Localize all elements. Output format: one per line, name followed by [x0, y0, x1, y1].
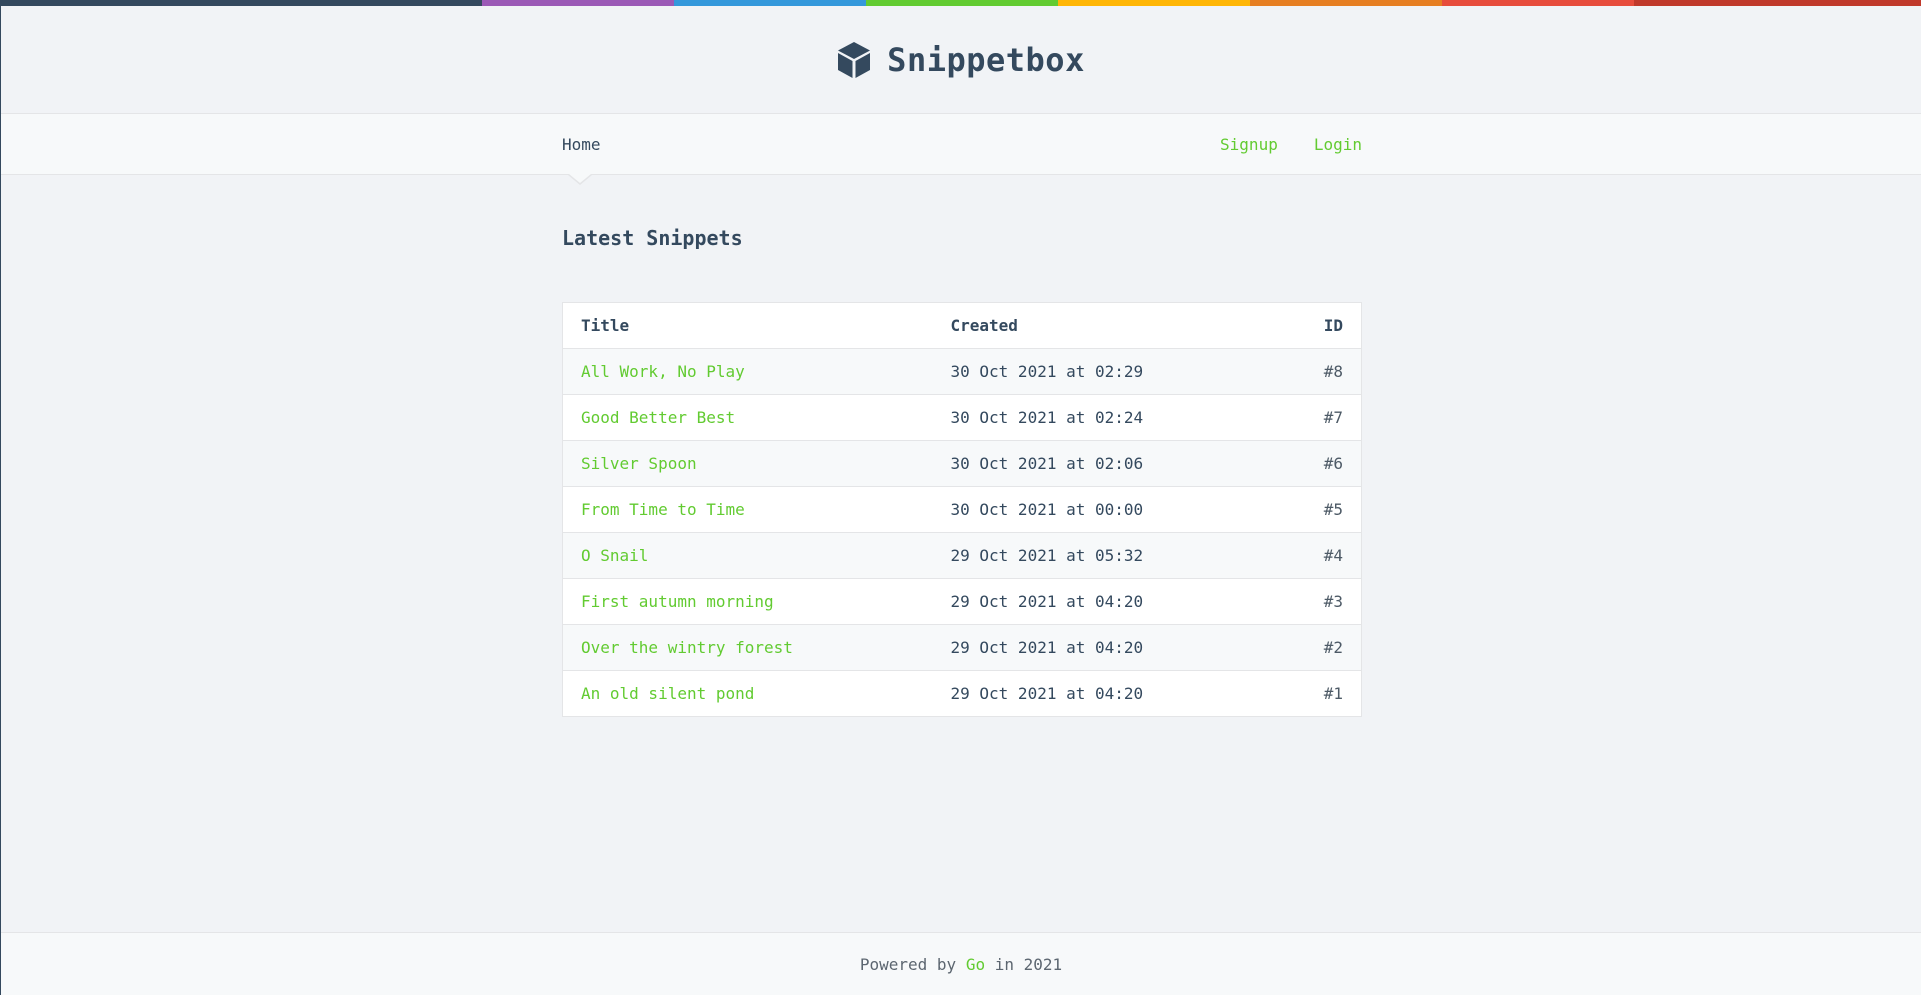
footer-go-link[interactable]: Go [966, 955, 985, 974]
snippet-created: 29 Oct 2021 at 04:20 [932, 578, 1278, 625]
snippets-table: Title Created ID All Work, No Play 30 Oct… [562, 302, 1362, 717]
table-row: Good Better Best 30 Oct 2021 at 02:24 #7 [562, 394, 1362, 441]
snippet-title-link[interactable]: Good Better Best [581, 408, 735, 427]
snippet-title-cell: An old silent pond [562, 670, 933, 717]
snippet-title-link[interactable]: Silver Spoon [581, 454, 697, 473]
snippet-title-cell: All Work, No Play [562, 348, 933, 395]
snippet-title-cell: Silver Spoon [562, 440, 933, 487]
snippet-created: 30 Oct 2021 at 02:06 [932, 440, 1278, 487]
snippet-title-link[interactable]: From Time to Time [581, 500, 745, 519]
main-nav: Home Signup Login [1, 114, 1921, 175]
snippet-id: #4 [1277, 532, 1362, 579]
snippet-title-cell: O Snail [562, 532, 933, 579]
table-header-row: Title Created ID [562, 302, 1362, 349]
snippet-title-link[interactable]: First autumn morning [581, 592, 774, 611]
snippet-title-cell: Over the wintry forest [562, 624, 933, 671]
table-row: All Work, No Play 30 Oct 2021 at 02:29 #8 [562, 348, 1362, 395]
column-header-id: ID [1277, 302, 1362, 349]
snippet-id: #3 [1277, 578, 1362, 625]
snippet-title-cell: First autumn morning [562, 578, 933, 625]
snippet-created: 30 Oct 2021 at 00:00 [932, 486, 1278, 533]
footer-suffix: in 2021 [985, 954, 1063, 974]
snippet-title-link[interactable]: O Snail [581, 546, 648, 565]
table-row: Over the wintry forest 29 Oct 2021 at 04:… [562, 624, 1362, 671]
table-row: O Snail 29 Oct 2021 at 05:32 #4 [562, 532, 1362, 579]
snippet-created: 30 Oct 2021 at 02:29 [932, 348, 1278, 395]
column-header-title: Title [562, 302, 933, 349]
snippet-created: 30 Oct 2021 at 02:24 [932, 394, 1278, 441]
snippet-created: 29 Oct 2021 at 04:20 [932, 670, 1278, 717]
snippet-created: 29 Oct 2021 at 04:20 [932, 624, 1278, 671]
snippet-id: #2 [1277, 624, 1362, 671]
nav-auth-links: Signup Login [1220, 135, 1362, 154]
snippet-title-link[interactable]: An old silent pond [581, 684, 754, 703]
site-header: Snippetbox [1, 6, 1921, 114]
nav-login-link[interactable]: Login [1314, 135, 1362, 154]
footer-prefix: Powered by [859, 954, 966, 974]
site-footer: Powered by Go in 2021 [1, 932, 1921, 995]
table-row: First autumn morning 29 Oct 2021 at 04:20… [562, 578, 1362, 625]
nav-home-link[interactable]: Home [562, 135, 601, 154]
brand-link[interactable]: Snippetbox [837, 41, 1085, 79]
brand-name: Snippetbox [887, 40, 1085, 79]
snippet-id: #5 [1277, 486, 1362, 533]
table-row: An old silent pond 29 Oct 2021 at 04:20 #1 [562, 670, 1362, 717]
snippet-id: #6 [1277, 440, 1362, 487]
snippet-title-link[interactable]: All Work, No Play [581, 362, 745, 381]
main-content: Latest Snippets Title Created ID All Wor… [562, 226, 1362, 717]
snippet-id: #1 [1277, 670, 1362, 717]
nav-signup-link[interactable]: Signup [1220, 135, 1278, 154]
snippet-created: 29 Oct 2021 at 05:32 [932, 532, 1278, 579]
table-row: Silver Spoon 30 Oct 2021 at 02:06 #6 [562, 440, 1362, 487]
snippet-id: #7 [1277, 394, 1362, 441]
active-nav-indicator [568, 174, 592, 185]
snippet-title-cell: Good Better Best [562, 394, 933, 441]
page-title: Latest Snippets [562, 226, 743, 250]
snippet-id: #8 [1277, 348, 1362, 395]
cube-icon [838, 41, 871, 78]
snippet-title-cell: From Time to Time [562, 486, 933, 533]
snippet-title-link[interactable]: Over the wintry forest [581, 638, 793, 657]
table-row: From Time to Time 30 Oct 2021 at 00:00 #5 [562, 486, 1362, 533]
column-header-created: Created [932, 302, 1278, 349]
